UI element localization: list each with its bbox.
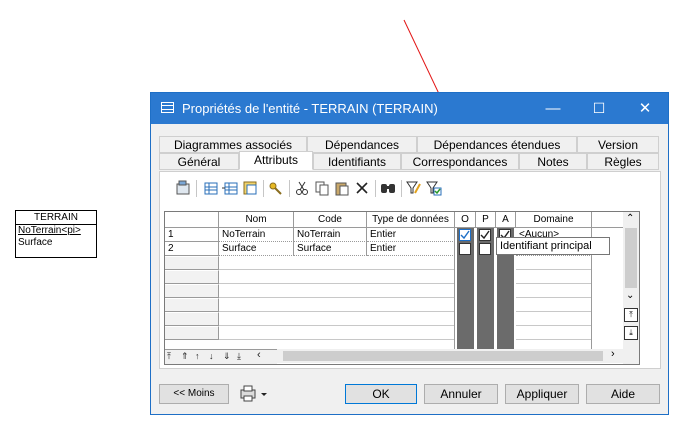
- column-header-nom[interactable]: Nom: [219, 212, 294, 228]
- add-row-icon[interactable]: [202, 180, 218, 196]
- tab-notes[interactable]: Notes: [519, 153, 587, 170]
- cell-nom[interactable]: NoTerrain: [219, 228, 294, 242]
- find-icon[interactable]: [380, 180, 396, 196]
- print-dropdown-button[interactable]: [239, 385, 271, 403]
- apply-button[interactable]: Appliquer: [505, 384, 579, 404]
- cut-icon[interactable]: [294, 180, 310, 196]
- cell-code[interactable]: NoTerrain: [294, 228, 367, 242]
- tab-attributs[interactable]: Attributs: [239, 151, 313, 170]
- help-button[interactable]: Aide: [586, 384, 660, 404]
- column-header-a[interactable]: A: [496, 212, 516, 228]
- attributes-grid[interactable]: Nom Code Type de données O P A Domaine 1…: [164, 211, 640, 365]
- title-bar[interactable]: Propriétés de l'entité - TERRAIN (TERRAI…: [151, 93, 668, 124]
- window-table-icon: [161, 102, 174, 113]
- ok-button[interactable]: OK: [345, 384, 417, 404]
- close-button[interactable]: ✕: [622, 93, 668, 124]
- entity-properties-window: Propriétés de l'entité - TERRAIN (TERRAI…: [150, 92, 669, 415]
- column-header-type[interactable]: Type de données: [367, 212, 455, 228]
- tab-correspondances[interactable]: Correspondances: [401, 153, 519, 170]
- scroll-up-icon[interactable]: ⌃: [626, 213, 634, 224]
- cell-nom[interactable]: Surface: [219, 242, 294, 256]
- tab-dependances[interactable]: Dépendances: [307, 136, 417, 153]
- paste-icon[interactable]: [334, 180, 350, 196]
- entity-attribute: Surface: [18, 237, 53, 248]
- cell-code[interactable]: Surface: [294, 242, 367, 256]
- vertical-scroll-thumb[interactable]: [625, 228, 637, 288]
- tab-general[interactable]: Général: [159, 153, 239, 170]
- row-number[interactable]: 1: [165, 228, 219, 242]
- tab-identifiants[interactable]: Identifiants: [313, 153, 401, 170]
- tab-dependances-etendues[interactable]: Dépendances étendues: [417, 136, 577, 153]
- scroll-down-icon[interactable]: ⌄: [626, 290, 634, 301]
- row-number[interactable]: 2: [165, 242, 219, 256]
- add-attributes-icon[interactable]: [242, 180, 258, 196]
- entity-symbol[interactable]: TERRAIN NoTerrain<pi> Surface: [15, 210, 97, 258]
- column-header-domaine[interactable]: Domaine: [516, 212, 592, 228]
- checkbox-primary-identifier[interactable]: [479, 243, 491, 255]
- delete-icon[interactable]: [354, 180, 370, 196]
- minimize-button[interactable]: —: [530, 93, 576, 124]
- scroll-top-icon[interactable]: ⤒: [624, 308, 638, 322]
- tab-version[interactable]: Version: [577, 136, 659, 153]
- column-header-o[interactable]: O: [455, 212, 476, 228]
- checkbox-primary-identifier[interactable]: [479, 229, 491, 241]
- maximize-button[interactable]: ☐: [576, 93, 622, 124]
- filter-icon[interactable]: [406, 180, 422, 196]
- entity-attribute-identifier: NoTerrain<pi>: [18, 225, 81, 236]
- column-header-p[interactable]: P: [476, 212, 496, 228]
- checkbox-obligatoire[interactable]: [459, 243, 471, 255]
- move-page-down-icon[interactable]: ⇓: [223, 351, 231, 362]
- scroll-bottom-icon[interactable]: ⤓: [624, 326, 638, 340]
- horizontal-scroll-thumb[interactable]: [283, 351, 603, 361]
- scroll-left-icon[interactable]: ‹: [257, 349, 261, 361]
- cell-type[interactable]: Entier: [367, 228, 455, 242]
- window-title: Propriétés de l'entité - TERRAIN (TERRAI…: [182, 101, 438, 116]
- less-button[interactable]: << Moins: [159, 384, 229, 404]
- cancel-button[interactable]: Annuler: [424, 384, 498, 404]
- customize-columns-icon[interactable]: [426, 180, 442, 196]
- grid-corner: [165, 212, 219, 228]
- copy-icon[interactable]: [314, 180, 330, 196]
- vertical-scrollbar[interactable]: ⌃ ⌄ ⤒ ⤓: [623, 212, 639, 364]
- tooltip: Identifiant principal: [496, 237, 610, 255]
- checkbox-obligatoire[interactable]: [459, 229, 471, 241]
- tab-regles[interactable]: Règles: [587, 153, 659, 170]
- move-down-icon[interactable]: ↓: [209, 351, 214, 361]
- move-page-up-icon[interactable]: ⇑: [181, 351, 189, 362]
- move-bottom-icon[interactable]: ⤓: [237, 351, 241, 362]
- properties-icon[interactable]: [175, 180, 191, 196]
- horizontal-scrollbar[interactable]: ›: [277, 348, 623, 363]
- move-top-icon[interactable]: ⤒: [167, 351, 171, 362]
- scroll-right-icon[interactable]: ›: [611, 348, 615, 360]
- move-up-icon[interactable]: ↑: [195, 351, 200, 361]
- key-icon[interactable]: [268, 180, 284, 196]
- cell-type[interactable]: Entier: [367, 242, 455, 256]
- column-header-code[interactable]: Code: [294, 212, 367, 228]
- insert-row-icon[interactable]: [222, 180, 238, 196]
- entity-name: TERRAIN: [16, 211, 96, 225]
